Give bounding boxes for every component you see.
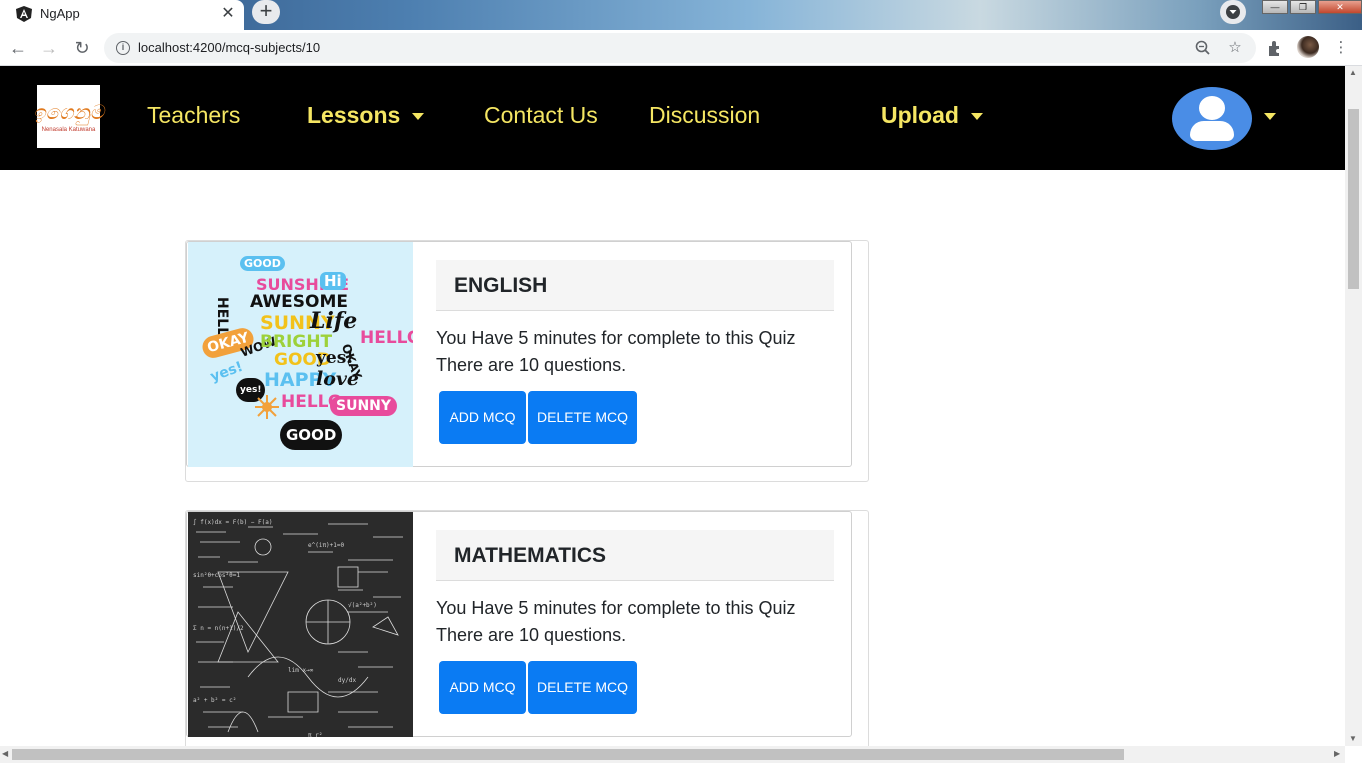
maximize-button[interactable]: ❐ xyxy=(1290,0,1316,14)
subject-card: ∫ f(x)dx = F(b) − F(a) e^(iπ)+1=0 sin²θ+… xyxy=(185,510,869,746)
nav-upload-label: Upload xyxy=(881,102,959,128)
main-content: GOOD SUNSHINE Hi AWESOME HELLO SUNNY Lif… xyxy=(0,170,1345,746)
user-avatar-icon[interactable] xyxy=(1172,87,1252,150)
tab-title: NgApp xyxy=(40,6,80,21)
card-header: ENGLISH xyxy=(436,260,834,311)
card-header: MATHEMATICS xyxy=(436,530,834,581)
quiz-duration-text: You Have 5 minutes for complete to this … xyxy=(436,598,796,618)
nav-link-contact-us[interactable]: Contact Us xyxy=(484,102,598,129)
svg-text:Σ n = n(n+1)/2: Σ n = n(n+1)/2 xyxy=(193,625,244,632)
svg-text:e^(iπ)+1=0: e^(iπ)+1=0 xyxy=(308,542,345,549)
vertical-scrollbar[interactable]: ▲ ▼ xyxy=(1345,66,1362,746)
svg-text:π r²: π r² xyxy=(308,732,322,737)
sun-icon xyxy=(255,395,279,419)
logo-text: Nenasala Katuwana xyxy=(41,126,96,133)
mathematics-subject-image: ∫ f(x)dx = F(b) − F(a) e^(iπ)+1=0 sin²θ+… xyxy=(188,512,413,737)
more-menu-icon[interactable]: ⋮ xyxy=(1331,38,1351,58)
subject-card: GOOD SUNSHINE Hi AWESOME HELLO SUNNY Lif… xyxy=(185,240,869,482)
horizontal-scroll-thumb[interactable] xyxy=(12,749,1124,760)
minimize-button[interactable]: — xyxy=(1262,0,1288,14)
word-art-text: GOOD xyxy=(280,420,343,450)
logo-script: ඉගෙනුම xyxy=(32,99,105,124)
delete-mcq-button[interactable]: DELETE MCQ xyxy=(528,391,637,444)
caret-down-icon xyxy=(970,113,983,121)
nav-lessons-label: Lessons xyxy=(307,102,401,128)
profile-avatar[interactable] xyxy=(1297,36,1319,58)
english-subject-image: GOOD SUNSHINE Hi AWESOME HELLO SUNNY Lif… xyxy=(188,242,413,467)
word-art-text: SUNNY xyxy=(330,396,398,416)
forward-arrow-icon[interactable]: → xyxy=(38,37,60,59)
subject-card-inner: ∫ f(x)dx = F(b) − F(a) e^(iπ)+1=0 sin²θ+… xyxy=(186,511,852,737)
caret-down-icon xyxy=(412,113,425,121)
svg-text:a² + b² = c²: a² + b² = c² xyxy=(193,697,236,704)
back-arrow-icon[interactable]: ← xyxy=(7,37,29,59)
user-menu-caret-icon[interactable] xyxy=(1264,113,1276,120)
zoom-icon[interactable] xyxy=(1194,39,1212,57)
scroll-up-icon[interactable]: ▲ xyxy=(1349,68,1357,77)
math-chalkboard-art: ∫ f(x)dx = F(b) − F(a) e^(iπ)+1=0 sin²θ+… xyxy=(188,512,413,737)
word-art-text: love xyxy=(316,368,360,390)
star-icon[interactable]: ☆ xyxy=(1226,39,1244,57)
avatar-head xyxy=(1199,96,1225,120)
word-art-text: GOOD xyxy=(240,256,285,271)
avatar-body xyxy=(1190,121,1234,141)
browser-tab-strip: NgApp ✕ + — ❐ ✕ xyxy=(0,0,1362,30)
word-art-text: Hi xyxy=(320,272,346,290)
subject-title: MATHEMATICS xyxy=(454,544,607,567)
nav-link-teachers[interactable]: Teachers xyxy=(147,102,240,129)
reload-icon[interactable]: ↻ xyxy=(71,37,93,59)
info-icon[interactable]: i xyxy=(116,41,130,55)
address-bar[interactable]: i localhost:4200/mcq-subjects/10 ☆ xyxy=(104,33,1256,63)
site-logo[interactable]: ඉගෙනුම Nenasala Katuwana xyxy=(33,85,104,148)
word-art-text: HELLO xyxy=(360,328,413,348)
scroll-down-icon[interactable]: ▼ xyxy=(1349,734,1357,743)
tab-search-button[interactable] xyxy=(1220,0,1246,24)
add-mcq-button[interactable]: ADD MCQ xyxy=(439,391,526,444)
extensions-icon[interactable] xyxy=(1265,38,1285,58)
add-mcq-button[interactable]: ADD MCQ xyxy=(439,661,526,714)
chevron-down-icon xyxy=(1226,5,1240,19)
browser-toolbar: ← → ↻ i localhost:4200/mcq-subjects/10 ☆… xyxy=(0,30,1362,66)
vertical-scroll-thumb[interactable] xyxy=(1348,109,1359,289)
subject-card-inner: GOOD SUNSHINE Hi AWESOME HELLO SUNNY Lif… xyxy=(186,241,852,467)
browser-tab[interactable]: NgApp ✕ xyxy=(0,0,244,30)
angular-icon xyxy=(16,6,32,22)
svg-text:dy/dx: dy/dx xyxy=(338,677,356,684)
question-count-text: There are 10 questions. xyxy=(436,625,627,645)
word-art-text: Life xyxy=(310,308,358,334)
close-icon[interactable]: ✕ xyxy=(218,4,238,24)
app-navbar: ඉගෙනුම Nenasala Katuwana Teachers Lesson… xyxy=(0,66,1345,170)
svg-text:sin²θ+cos²θ=1: sin²θ+cos²θ=1 xyxy=(193,572,240,579)
nav-link-discussion[interactable]: Discussion xyxy=(649,102,760,129)
url-text[interactable]: localhost:4200/mcq-subjects/10 xyxy=(138,40,320,55)
scroll-left-icon[interactable]: ◀ xyxy=(2,749,8,758)
svg-text:∫ f(x)dx = F(b) − F(a): ∫ f(x)dx = F(b) − F(a) xyxy=(193,518,272,526)
svg-text:√(a²+b²): √(a²+b²) xyxy=(348,602,377,609)
english-word-art: GOOD SUNSHINE Hi AWESOME HELLO SUNNY Lif… xyxy=(188,242,413,467)
svg-text:lim x→∞: lim x→∞ xyxy=(288,667,314,674)
window-controls: — ❐ ✕ xyxy=(1262,0,1362,14)
quiz-duration-text: You Have 5 minutes for complete to this … xyxy=(436,328,796,348)
window-close-button[interactable]: ✕ xyxy=(1318,0,1362,14)
subject-title: ENGLISH xyxy=(454,274,548,297)
question-count-text: There are 10 questions. xyxy=(436,355,627,375)
scroll-right-icon[interactable]: ▶ xyxy=(1334,749,1340,758)
nav-dropdown-upload[interactable]: Upload xyxy=(881,102,983,129)
delete-mcq-button[interactable]: DELETE MCQ xyxy=(528,661,637,714)
horizontal-scrollbar[interactable]: ◀ ▶ xyxy=(0,746,1345,763)
new-tab-button[interactable]: + xyxy=(252,0,280,24)
nav-dropdown-lessons[interactable]: Lessons xyxy=(307,102,425,129)
